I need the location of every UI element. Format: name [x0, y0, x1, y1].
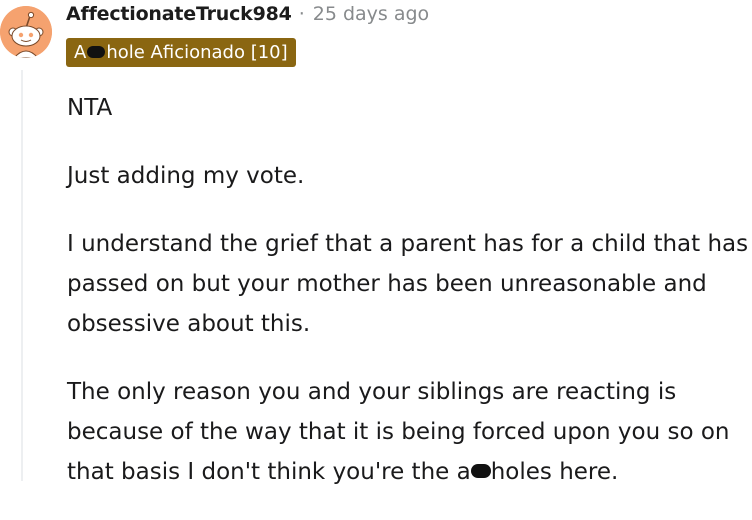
- comment-header: AffectionateTruck984 · 25 days ago: [66, 1, 429, 27]
- comment-paragraph: The only reason you and your siblings ar…: [67, 372, 752, 492]
- reddit-snoo-avatar-icon: [0, 6, 52, 58]
- thread-collapse-line[interactable]: [21, 70, 23, 481]
- user-avatar[interactable]: [0, 6, 52, 58]
- username-link[interactable]: AffectionateTruck984: [66, 3, 292, 25]
- user-flair: Ahole Aficionado [10]: [66, 38, 296, 67]
- paragraph-text-after-censor: holes here.: [490, 459, 619, 485]
- flair-text-prefix: A: [74, 42, 87, 63]
- meta-separator: ·: [298, 3, 305, 25]
- censor-mark: [87, 45, 106, 58]
- comment-paragraph: NTA: [67, 95, 113, 121]
- comment-paragraph: Just adding my vote.: [67, 163, 305, 189]
- censor-mark: [470, 463, 491, 478]
- flair-text-suffix: hole Aficionado [10]: [106, 42, 288, 63]
- comment-paragraph: I understand the grief that a parent has…: [67, 231, 749, 337]
- comment-timestamp[interactable]: 25 days ago: [313, 3, 429, 25]
- comment-body: NTA Just adding my vote. I understand th…: [67, 88, 752, 520]
- paragraph-text-before-censor: The only reason you and your siblings ar…: [67, 379, 730, 485]
